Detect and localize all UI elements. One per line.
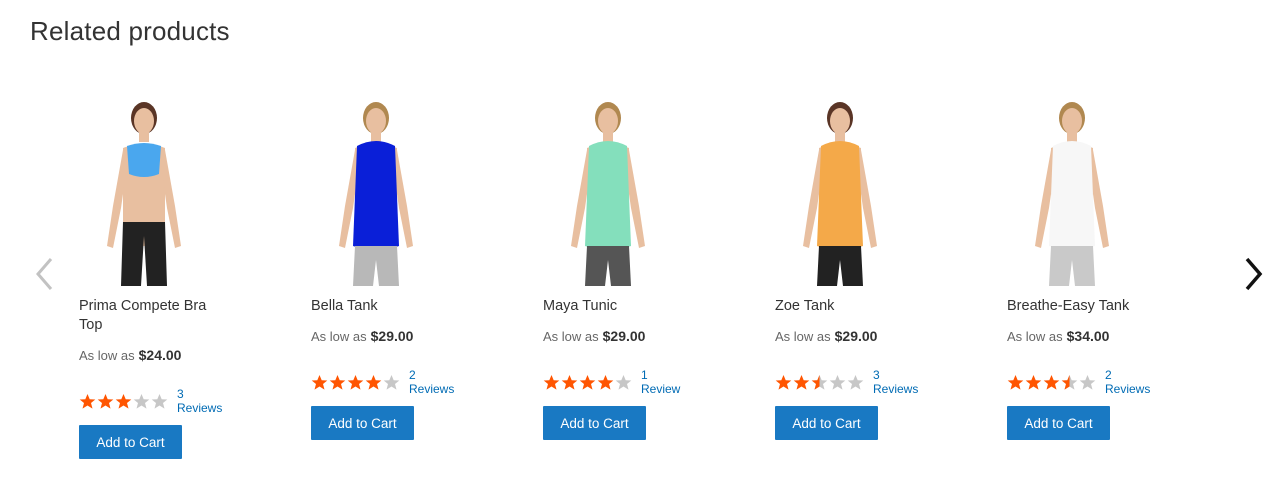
product-price: As low as $29.00 [775, 328, 877, 344]
star-icon [1079, 374, 1096, 391]
product-image[interactable] [79, 96, 209, 286]
star-icon [1007, 374, 1024, 391]
star-icon [811, 374, 828, 391]
related-products-title: Related products [30, 16, 230, 46]
star-icon [847, 374, 864, 391]
star-icon [329, 374, 346, 391]
star-icon [829, 374, 846, 391]
rating-stars [775, 374, 865, 391]
chevron-left-icon [36, 258, 53, 290]
carousel-next-button[interactable] [1238, 256, 1268, 292]
product-rating: 3 Reviews [79, 387, 222, 415]
product-price: As low as $24.00 [79, 347, 181, 363]
reviews-link[interactable]: 2 Reviews [1105, 368, 1150, 396]
product-name[interactable]: Prima Compete Bra Top [79, 297, 229, 335]
star-icon [133, 393, 150, 410]
price-amount: $29.00 [834, 328, 878, 344]
reviews-link[interactable]: 1 Review [641, 368, 680, 396]
star-icon [1061, 374, 1078, 391]
product-name[interactable]: Bella Tank [311, 297, 461, 316]
price-prefix: As low as [1007, 329, 1063, 344]
star-icon [1043, 374, 1060, 391]
product-image[interactable] [311, 96, 441, 286]
star-icon [311, 374, 328, 391]
price-amount: $29.00 [602, 328, 646, 344]
carousel-prev-button[interactable] [30, 256, 60, 292]
price-amount: $24.00 [138, 347, 182, 363]
star-icon [561, 374, 578, 391]
product-image[interactable] [543, 96, 673, 286]
star-icon [1025, 374, 1042, 391]
star-icon [579, 374, 596, 391]
add-to-cart-button[interactable]: Add to Cart [543, 406, 646, 440]
star-icon [597, 374, 614, 391]
product-image[interactable] [775, 96, 905, 286]
star-icon [151, 393, 168, 410]
star-icon [79, 393, 96, 410]
reviews-link[interactable]: 2 Reviews [409, 368, 454, 396]
price-amount: $29.00 [370, 328, 414, 344]
rating-stars [1007, 374, 1097, 391]
star-icon [383, 374, 400, 391]
reviews-link[interactable]: 3 Reviews [177, 387, 222, 415]
product-rating: 1 Review [543, 368, 680, 396]
reviews-link[interactable]: 3 Reviews [873, 368, 918, 396]
star-icon [615, 374, 632, 391]
product-rating: 3 Reviews [775, 368, 918, 396]
star-icon [115, 393, 132, 410]
chevron-right-icon [1245, 257, 1263, 291]
product-name[interactable]: Maya Tunic [543, 297, 693, 316]
product-price: As low as $29.00 [311, 328, 413, 344]
product-rating: 2 Reviews [1007, 368, 1150, 396]
price-prefix: As low as [311, 329, 367, 344]
star-icon [775, 374, 792, 391]
add-to-cart-button[interactable]: Add to Cart [775, 406, 878, 440]
product-name[interactable]: Breathe-Easy Tank [1007, 297, 1157, 316]
price-prefix: As low as [775, 329, 831, 344]
star-icon [347, 374, 364, 391]
rating-stars [543, 374, 633, 391]
price-prefix: As low as [543, 329, 599, 344]
rating-stars [311, 374, 401, 391]
product-image[interactable] [1007, 96, 1137, 286]
add-to-cart-button[interactable]: Add to Cart [1007, 406, 1110, 440]
product-rating: 2 Reviews [311, 368, 454, 396]
star-icon [543, 374, 560, 391]
price-amount: $34.00 [1066, 328, 1110, 344]
star-icon [365, 374, 382, 391]
star-icon [97, 393, 114, 410]
product-price: As low as $34.00 [1007, 328, 1109, 344]
rating-stars [79, 393, 169, 410]
product-price: As low as $29.00 [543, 328, 645, 344]
product-name[interactable]: Zoe Tank [775, 297, 925, 316]
add-to-cart-button[interactable]: Add to Cart [79, 425, 182, 459]
add-to-cart-button[interactable]: Add to Cart [311, 406, 414, 440]
price-prefix: As low as [79, 348, 135, 363]
star-icon [793, 374, 810, 391]
